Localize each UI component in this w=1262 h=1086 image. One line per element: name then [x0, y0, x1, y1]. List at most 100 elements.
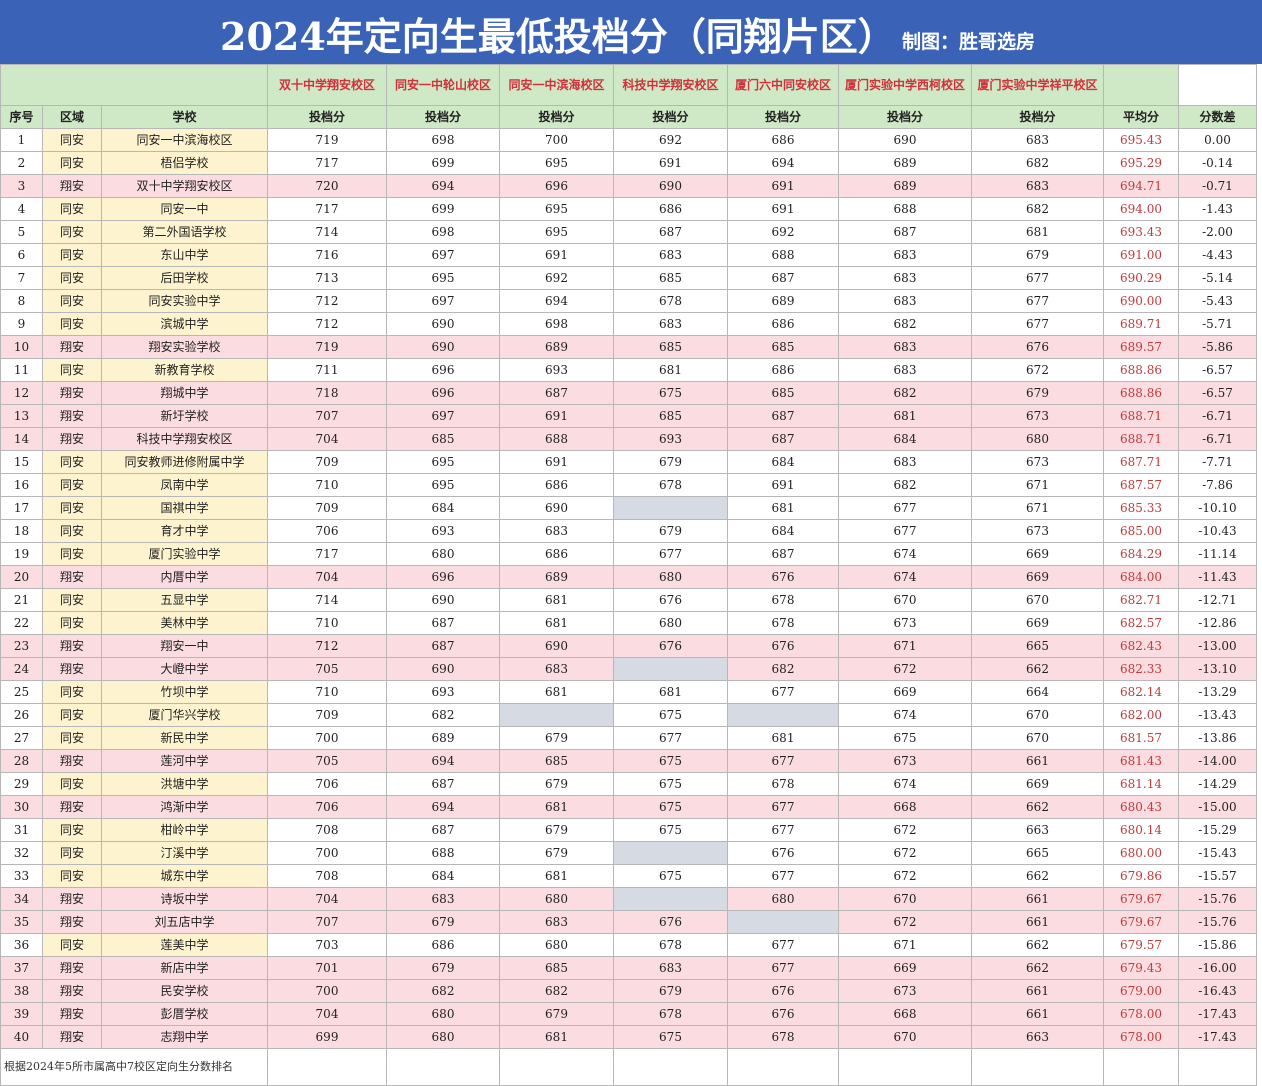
row-index: 15 [0, 450, 43, 474]
table-row: 32 同安 汀溪中学 700 688 679 676 672 665 680.00 -15.43 [0, 841, 1257, 865]
row-score: 683 [971, 128, 1104, 152]
row-score: 693 [499, 358, 614, 382]
row-score: 687 [386, 772, 500, 796]
col-school-header: 学校 [101, 105, 268, 129]
table-row: 38 翔安 民安学校 700 682 682 679 676 673 661 679.00 -16.4… [0, 979, 1257, 1003]
row-score: 683 [971, 174, 1104, 198]
table-row: 4 同安 同安一中 717 699 695 686 691 688 682 694.00 -1.43 [0, 197, 1257, 221]
row-score: 706 [267, 519, 387, 543]
row-score: 661 [971, 887, 1104, 911]
row-score [727, 910, 839, 934]
row-score: 677 [727, 749, 839, 773]
row-school: 鸿渐中学 [101, 795, 268, 819]
row-score: 677 [838, 519, 972, 543]
row-school: 莲河中学 [101, 749, 268, 773]
row-index: 31 [0, 818, 43, 842]
row-region: 同安 [42, 933, 102, 957]
row-score: 673 [971, 404, 1104, 428]
row-score: 704 [267, 1002, 387, 1026]
row-school: 育才中学 [101, 519, 268, 543]
table-row: 24 翔安 大嶝中学 705 690 683 682 672 662 682.33 -13.10 [0, 657, 1257, 681]
row-diff: -10.43 [1178, 519, 1257, 543]
row-index: 10 [0, 335, 43, 359]
row-score: 717 [267, 197, 387, 221]
table-row: 9 同安 滨城中学 712 690 698 683 686 682 677 689.71 -5.71 [0, 312, 1257, 336]
row-score: 677 [727, 818, 839, 842]
row-score: 705 [267, 749, 387, 773]
page-title: 2024年定向生最低投档分（同翔片区） [220, 14, 896, 59]
row-score: 671 [838, 933, 972, 957]
row-score: 681 [499, 588, 614, 612]
row-score: 718 [267, 381, 387, 405]
row-school: 竹坝中学 [101, 680, 268, 704]
row-diff: -13.00 [1178, 634, 1257, 658]
row-score: 681 [727, 726, 839, 750]
row-index: 28 [0, 749, 43, 773]
title-banner: 2024年定向生最低投档分（同翔片区） 制图：胜哥选房 [0, 0, 1262, 64]
row-index: 9 [0, 312, 43, 336]
row-score: 679 [613, 519, 728, 543]
row-score: 686 [727, 128, 839, 152]
campus-label: 同安一中滨海校区 [499, 64, 614, 106]
row-score: 662 [971, 956, 1104, 980]
row-score: 676 [613, 910, 728, 934]
row-score: 682 [838, 473, 972, 497]
table-row: 34 翔安 诗坂中学 704 683 680 680 670 661 679.67 -15.76 [0, 887, 1257, 911]
row-region: 翔安 [42, 427, 102, 451]
row-avg: 681.43 [1103, 749, 1179, 773]
row-score: 700 [499, 128, 614, 152]
row-index: 30 [0, 795, 43, 819]
row-score [499, 703, 614, 727]
row-score: 683 [613, 312, 728, 336]
row-score: 686 [613, 197, 728, 221]
row-avg: 687.71 [1103, 450, 1179, 474]
row-avg: 690.00 [1103, 289, 1179, 313]
row-school: 东山中学 [101, 243, 268, 267]
row-school: 内厝中学 [101, 565, 268, 589]
row-score: 669 [838, 680, 972, 704]
row-score: 717 [267, 151, 387, 175]
row-region: 同安 [42, 197, 102, 221]
table-row: 7 同安 后田学校 713 695 692 685 687 683 677 690.29 -5.14 [0, 266, 1257, 290]
row-region: 翔安 [42, 910, 102, 934]
table-row: 28 翔安 莲河中学 705 694 685 675 677 673 661 681.43 -14.0… [0, 749, 1257, 773]
row-index: 5 [0, 220, 43, 244]
row-school: 美林中学 [101, 611, 268, 635]
row-score: 685 [499, 749, 614, 773]
row-score: 695 [386, 266, 500, 290]
row-diff: -15.29 [1178, 818, 1257, 842]
row-score: 676 [727, 565, 839, 589]
row-score: 661 [971, 1002, 1104, 1026]
row-score: 675 [613, 818, 728, 842]
col-score-header: 投档分 [971, 105, 1104, 129]
row-score: 676 [727, 841, 839, 865]
row-index: 17 [0, 496, 43, 520]
row-score: 690 [499, 634, 614, 658]
row-score: 665 [971, 841, 1104, 865]
row-region: 同安 [42, 841, 102, 865]
row-score: 696 [386, 381, 500, 405]
row-score: 677 [613, 542, 728, 566]
row-school: 洪塘中学 [101, 772, 268, 796]
row-score: 685 [613, 404, 728, 428]
row-index: 35 [0, 910, 43, 934]
row-score: 710 [267, 680, 387, 704]
row-score: 670 [838, 588, 972, 612]
row-score: 692 [613, 128, 728, 152]
row-index: 33 [0, 864, 43, 888]
row-score: 665 [971, 634, 1104, 658]
row-score: 706 [267, 795, 387, 819]
row-diff: -4.43 [1178, 243, 1257, 267]
row-score: 698 [386, 220, 500, 244]
row-score: 679 [971, 243, 1104, 267]
row-avg: 694.71 [1103, 174, 1179, 198]
table-row: 21 同安 五显中学 714 690 681 676 678 670 670 682.71 -12.7… [0, 588, 1257, 612]
row-score: 682 [727, 657, 839, 681]
campus-label: 厦门实验中学祥平校区 [971, 64, 1104, 106]
row-index: 40 [0, 1025, 43, 1049]
row-score [727, 703, 839, 727]
row-score: 698 [499, 312, 614, 336]
row-score: 691 [727, 174, 839, 198]
row-avg: 682.43 [1103, 634, 1179, 658]
row-score: 700 [267, 841, 387, 865]
